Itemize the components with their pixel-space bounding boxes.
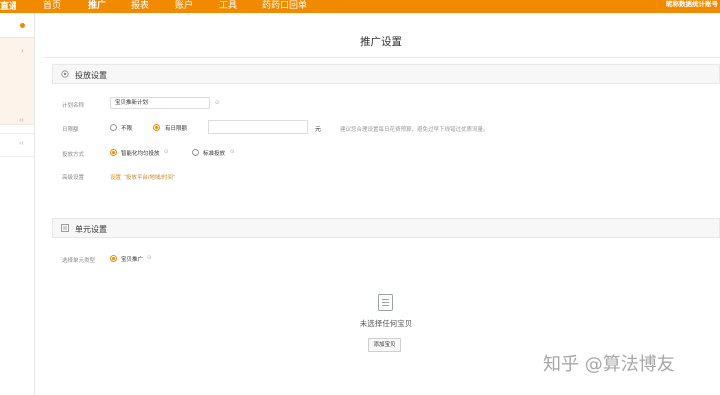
budget-unit: 元 xyxy=(315,127,322,133)
nav-item-extra[interactable]: 药药口回单 xyxy=(262,0,307,13)
add-item-button[interactable]: 添加宝贝 xyxy=(368,338,401,352)
nav-item-account[interactable]: 账户 xyxy=(175,0,193,13)
settings-icon xyxy=(61,70,69,78)
nav-item-reports[interactable]: 报表 xyxy=(131,0,149,13)
radio-unlimited-label: 不限 xyxy=(121,126,133,132)
info-icon: ⊙ xyxy=(215,100,220,106)
info-icon: ⊙ xyxy=(147,255,152,261)
active-dot-icon xyxy=(20,23,25,28)
radio-daily-limit[interactable] xyxy=(153,124,160,131)
main-content: 推广设置 投放设置 计划名称 宝贝推新计划 ⊙ 日限额 不限 有日限额 元 建议… xyxy=(42,20,720,395)
title-divider xyxy=(42,57,720,58)
radio-standard-label: 标准投放 xyxy=(203,151,226,157)
advanced-settings-scope[interactable]: “投放平台/地域/时间” xyxy=(124,173,175,181)
empty-list-icon xyxy=(378,294,393,311)
app-logo[interactable]: 直通车 xyxy=(0,0,16,13)
chevron-right-icon: › xyxy=(21,46,24,55)
user-account-label[interactable]: 昵称数据统计账号 xyxy=(666,0,718,10)
unit-icon xyxy=(61,224,69,232)
unit-settings-header: 单元设置 xyxy=(52,218,720,238)
collapse-icon: ‹‹ xyxy=(19,117,24,124)
budget-amount-input[interactable] xyxy=(208,120,308,134)
collapse-icon: ‹‹ xyxy=(19,140,24,147)
empty-state-text: 未选择任何宝贝 xyxy=(359,319,413,328)
radio-item-promotion-label: 宝贝推广 xyxy=(121,257,144,263)
top-nav-bar: 直通车 首页 推广 报表 账户 工具 药药口回单 昵称数据统计账号 xyxy=(0,0,720,13)
sidebar-item-collapsed-1[interactable]: ‹‹ xyxy=(0,112,34,134)
sidebar-item-active[interactable] xyxy=(0,14,34,37)
budget-hint: 建议您合理设置每日花费预算，避免过早下线错过优质流量。 xyxy=(340,127,489,133)
radio-unlimited[interactable] xyxy=(110,124,117,131)
radio-smart-even[interactable] xyxy=(110,149,117,156)
delivery-settings-title: 投放设置 xyxy=(75,71,107,80)
info-icon: ⊙ xyxy=(164,149,169,155)
unit-settings-title: 单元设置 xyxy=(75,225,107,234)
info-icon: ⊙ xyxy=(230,149,235,155)
radio-smart-even-label: 智能化均匀投放 xyxy=(121,151,160,157)
nav-item-tools[interactable]: 工具 xyxy=(219,0,237,13)
unit-settings-section: 单元设置 选择单元类型 宝贝推广 ⊙ xyxy=(52,218,720,278)
daily-budget-label: 日限额 xyxy=(62,127,79,133)
unit-type-label: 选择单元类型 xyxy=(62,258,96,264)
radio-standard[interactable] xyxy=(192,149,199,156)
nav-item-promotion[interactable]: 推广 xyxy=(88,0,106,13)
plan-name-input[interactable]: 宝贝推新计划 xyxy=(110,97,210,109)
advanced-settings-label: 高级设置 xyxy=(62,175,85,181)
watermark-text: 知乎 @算法博友 xyxy=(543,354,675,375)
left-sidebar: › ‹‹ ‹‹ xyxy=(0,13,35,395)
delivery-method-label: 投放方式 xyxy=(62,152,85,158)
radio-item-promotion[interactable] xyxy=(110,255,117,262)
nav-item-home[interactable]: 首页 xyxy=(43,0,61,13)
sidebar-item-collapsed-2[interactable]: ‹‹ xyxy=(0,135,34,157)
plan-name-label: 计划名称 xyxy=(62,103,85,109)
advanced-settings-link[interactable]: 设置 xyxy=(110,173,121,181)
delivery-settings-header: 投放设置 xyxy=(52,64,720,84)
delivery-settings-section: 投放设置 计划名称 宝贝推新计划 ⊙ 日限额 不限 有日限额 元 建议您合理设置… xyxy=(52,64,720,194)
radio-daily-limit-label: 有日限额 xyxy=(165,126,188,132)
page-title: 推广设置 xyxy=(360,36,402,48)
